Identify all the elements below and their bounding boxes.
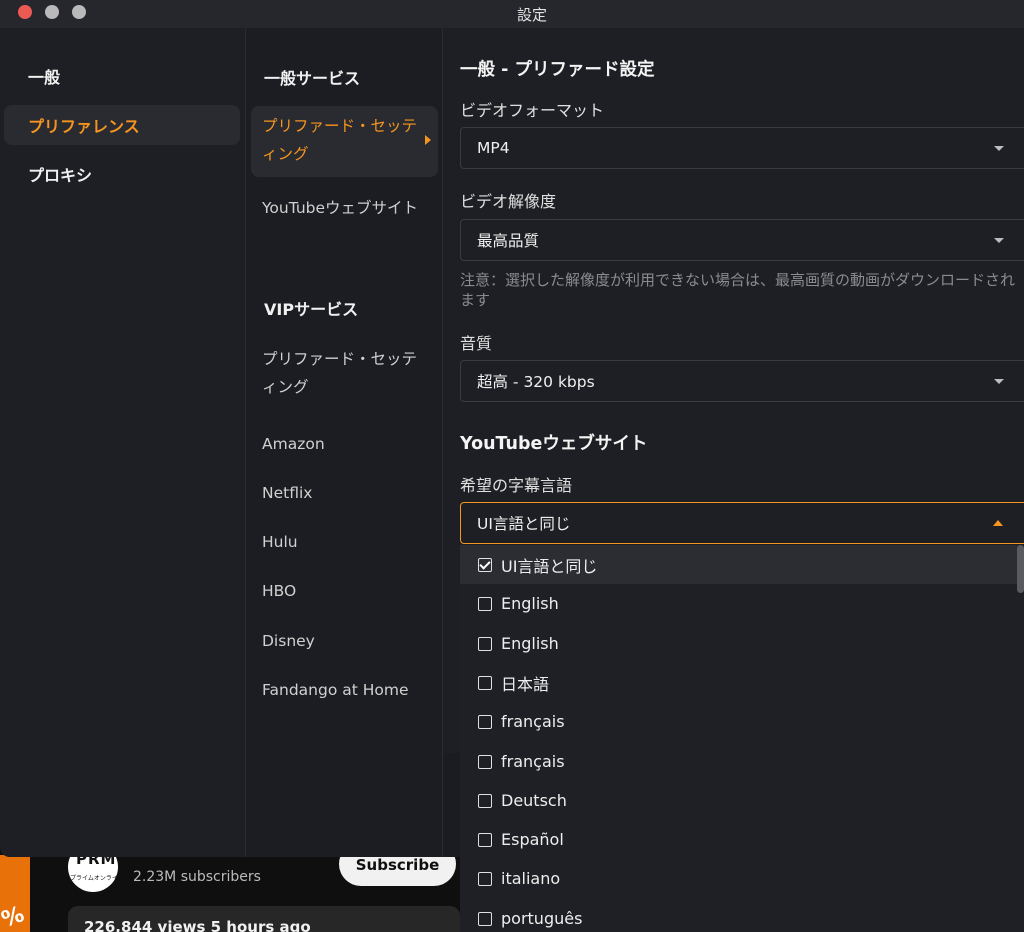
- language-option[interactable]: italiano: [460, 859, 1020, 898]
- language-option[interactable]: UI言語と同じ: [460, 545, 1020, 584]
- nav-youtube-website[interactable]: YouTubeウェブサイト: [251, 188, 438, 228]
- nav-preferences[interactable]: プリファレンス: [4, 105, 240, 145]
- checkbox-icon[interactable]: [478, 714, 492, 729]
- subtitle-language-label: 希望の字幕言語: [460, 476, 573, 495]
- chevron-up-icon: [993, 520, 1003, 526]
- language-option-label: Deutsch: [501, 791, 567, 810]
- language-option-label: français: [501, 712, 565, 731]
- window-title: 設定: [516, 6, 547, 24]
- content-footer: [443, 753, 460, 857]
- nav-fandango[interactable]: Fandango at Home: [251, 670, 438, 710]
- video-resolution-value: 最高品質: [477, 232, 540, 250]
- nav-hulu[interactable]: Hulu: [251, 522, 438, 562]
- youtube-section-heading: YouTubeウェブサイト: [460, 434, 648, 454]
- nav-general[interactable]: 一般: [4, 56, 240, 96]
- language-option[interactable]: français: [460, 702, 1020, 741]
- checkbox-icon[interactable]: [478, 636, 492, 651]
- video-resolution-select[interactable]: 最高品質: [460, 219, 1024, 261]
- checkbox-icon[interactable]: [478, 911, 492, 926]
- checkbox-icon[interactable]: [478, 832, 492, 847]
- checkbox-icon[interactable]: [478, 596, 492, 611]
- video-format-select[interactable]: MP4: [460, 127, 1024, 169]
- video-resolution-label: ビデオ解像度: [460, 192, 557, 211]
- nav-preferred-settings-label: プリファード・セッティング: [262, 117, 418, 163]
- language-option-label: English: [501, 594, 559, 613]
- checkbox-checked-icon[interactable]: [478, 557, 492, 572]
- subscriber-count: 2.23M subscribers: [133, 869, 261, 885]
- nav-vip-preferred-settings[interactable]: プリファード・セッティング: [251, 339, 438, 407]
- language-option[interactable]: Español: [460, 820, 1020, 859]
- video-format-value: MP4: [477, 139, 510, 157]
- subtitle-language-value: UI言語と同じ: [477, 515, 571, 533]
- chevron-down-icon: [994, 379, 1004, 384]
- nav-netflix[interactable]: Netflix: [251, 473, 438, 513]
- title-bar: 設定: [0, 0, 1024, 28]
- checkbox-icon[interactable]: [478, 793, 492, 808]
- language-option-label: français: [501, 752, 565, 771]
- sale-badge: %: [0, 855, 30, 932]
- language-option[interactable]: português: [460, 899, 1020, 932]
- view-count: 226,844 views 5 hours ago: [84, 918, 311, 932]
- language-option[interactable]: English: [460, 624, 1020, 663]
- language-option[interactable]: français: [460, 742, 1020, 781]
- nav-amazon[interactable]: Amazon: [251, 424, 438, 464]
- percent-icon: %: [0, 901, 28, 932]
- audio-quality-select[interactable]: 超高 - 320 kbps: [460, 360, 1024, 402]
- general-services-heading: 一般サービス: [264, 69, 361, 88]
- checkbox-icon[interactable]: [478, 871, 492, 886]
- vip-services-heading: VIPサービス: [264, 300, 359, 319]
- chevron-down-icon: [994, 146, 1004, 151]
- chevron-down-icon: [994, 238, 1004, 243]
- checkbox-icon[interactable]: [478, 675, 492, 690]
- language-option[interactable]: 日本語: [460, 663, 1020, 702]
- language-option[interactable]: Deutsch: [460, 781, 1020, 820]
- dropdown-scrollbar[interactable]: [1017, 545, 1024, 593]
- audio-quality-value: 超高 - 320 kbps: [477, 373, 595, 391]
- nav-preferred-settings[interactable]: プリファード・セッティング: [251, 106, 438, 177]
- caret-right-icon: [425, 135, 431, 145]
- resolution-note: 注意：選択した解像度が利用できない場合は、最高画質の動画がダウンロードされます: [460, 271, 1016, 309]
- language-option-label: UI言語と同じ: [501, 556, 598, 576]
- video-format-label: ビデオフォーマット: [460, 101, 605, 120]
- nav-hbo[interactable]: HBO: [251, 571, 438, 611]
- language-option-label: English: [501, 634, 559, 653]
- subtitle-language-dropdown: UI言語と同じ English English 日本語 français fra…: [460, 545, 1024, 932]
- page-title: 一般 - プリファード設定: [460, 60, 655, 80]
- audio-quality-label: 音質: [460, 334, 493, 353]
- subtitle-language-select[interactable]: UI言語と同じ: [460, 502, 1024, 544]
- primary-nav: [0, 28, 246, 857]
- language-option[interactable]: English: [460, 584, 1020, 623]
- channel-logo-subtext: プライムオンライン: [70, 875, 118, 891]
- language-option-label: Español: [501, 830, 564, 849]
- language-option-label: 日本語: [501, 674, 550, 694]
- checkbox-icon[interactable]: [478, 754, 492, 769]
- language-option-label: português: [501, 909, 583, 928]
- nav-disney[interactable]: Disney: [251, 621, 438, 661]
- nav-proxy[interactable]: プロキシ: [4, 154, 240, 194]
- language-option-label: italiano: [501, 869, 561, 888]
